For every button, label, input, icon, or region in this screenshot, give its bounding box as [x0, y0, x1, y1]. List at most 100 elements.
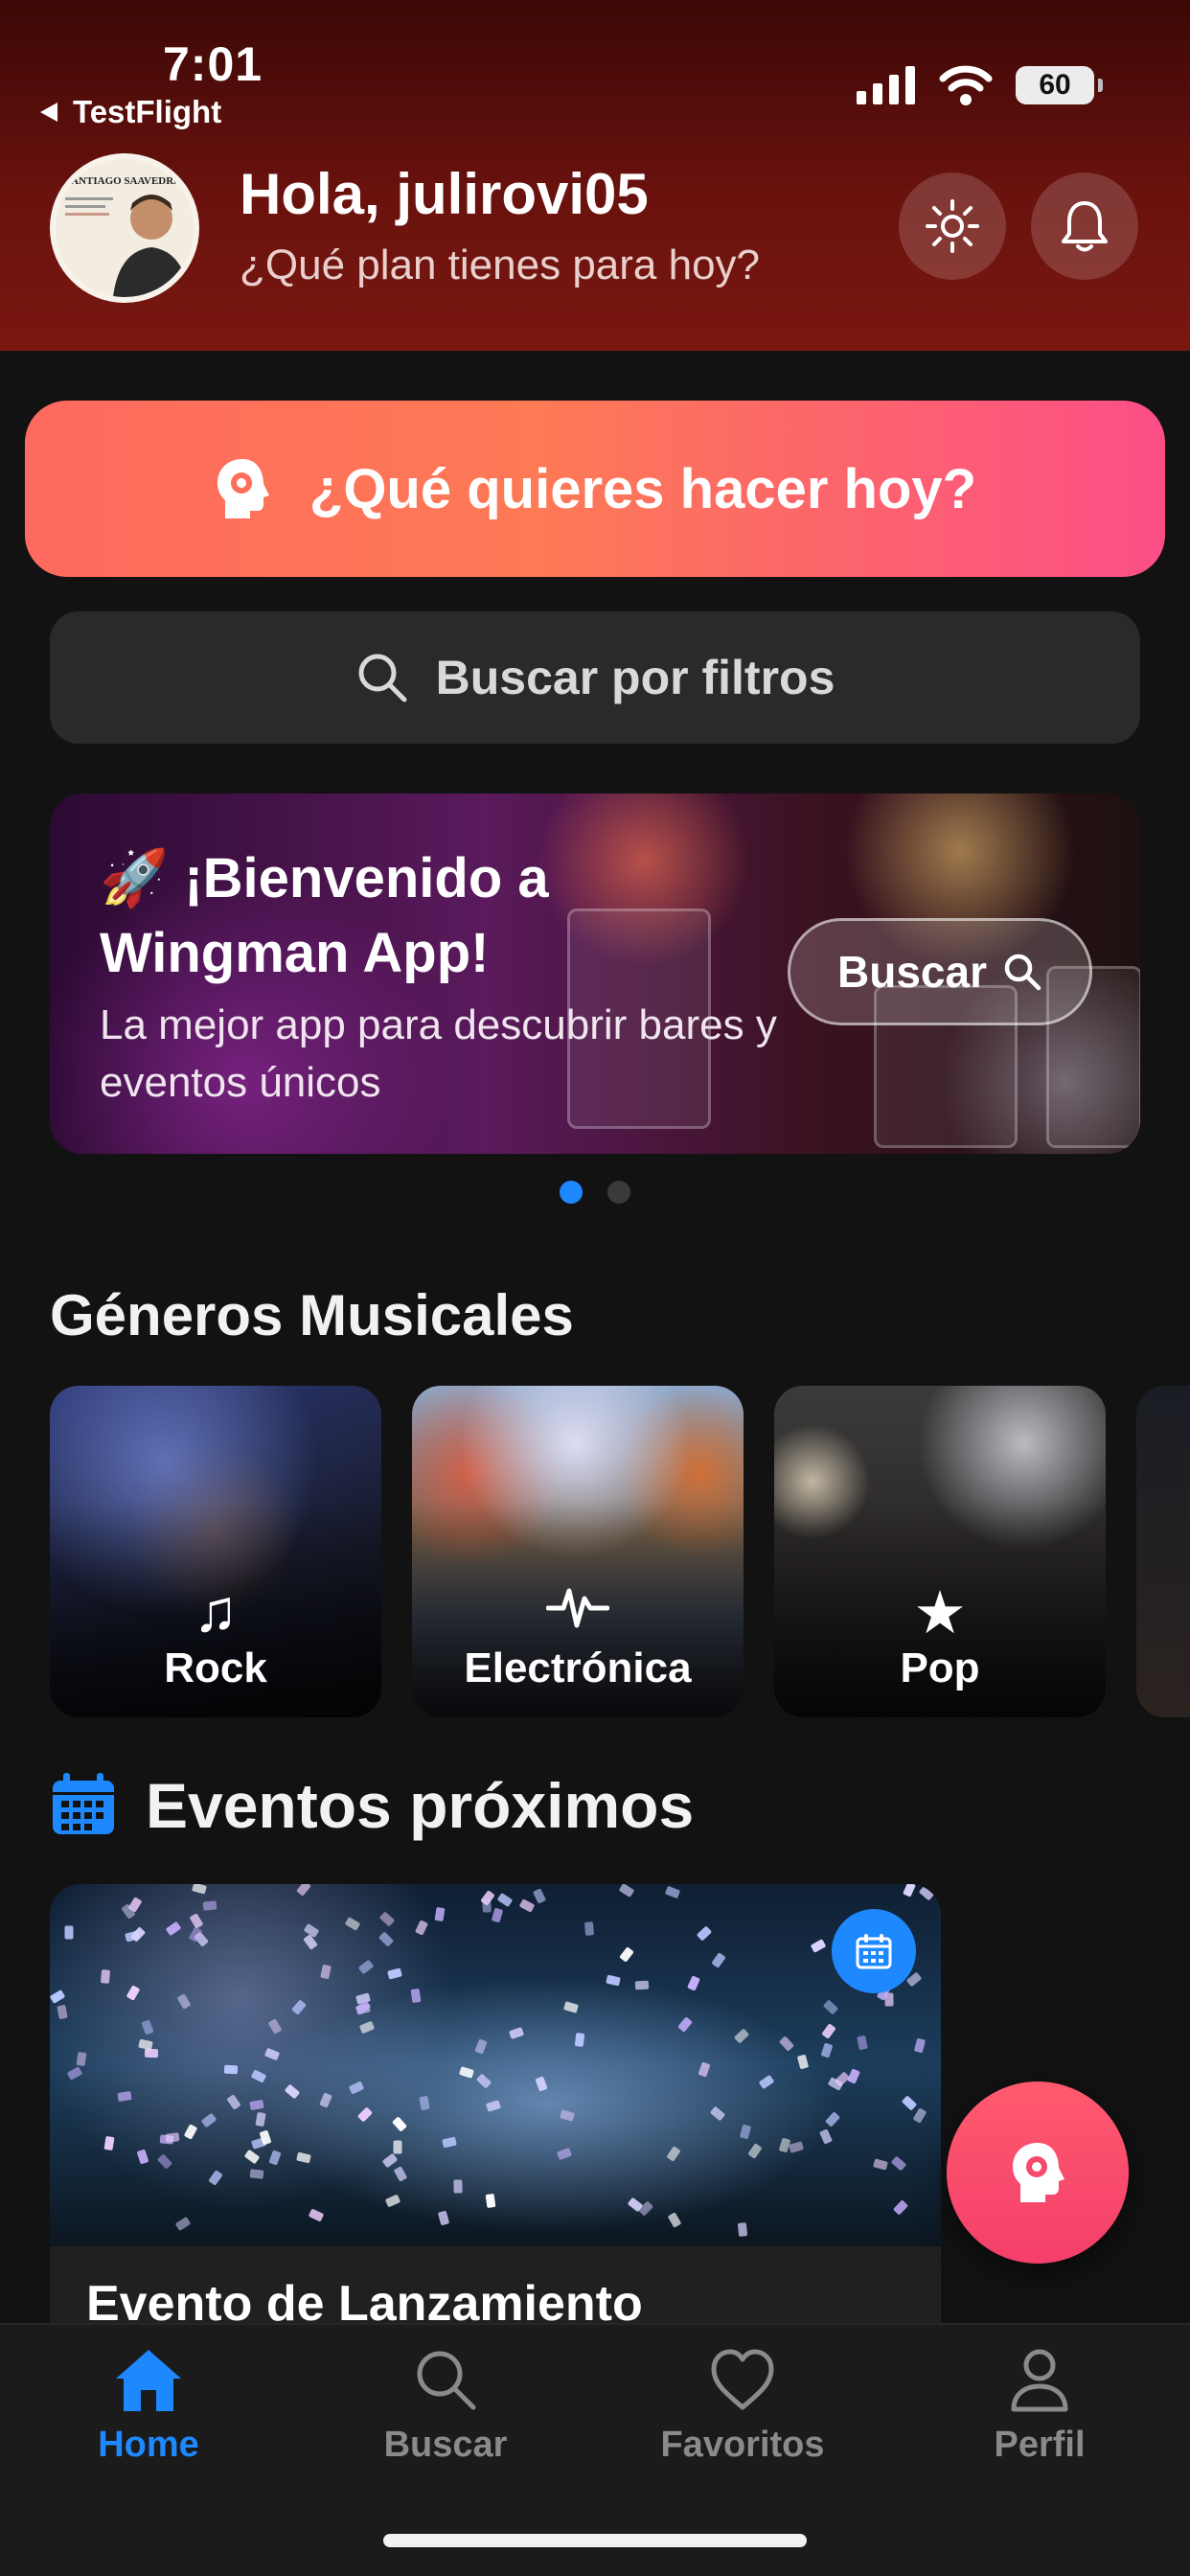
confetti-piece [249, 2099, 264, 2111]
confetti-piece [664, 1885, 681, 1899]
theme-toggle-button[interactable] [899, 172, 1006, 280]
home-icon [116, 2350, 181, 2411]
confetti-piece [709, 2105, 726, 2122]
confetti-piece [857, 2035, 868, 2051]
what-to-do-today-button[interactable]: ¿Qué quieres hacer hoy? [25, 401, 1165, 577]
confetti-piece [508, 2026, 525, 2040]
confetti-piece [296, 2151, 311, 2164]
confetti-piece [518, 1898, 536, 1913]
confetti-piece [303, 1934, 318, 1950]
confetti-piece [378, 1931, 395, 1947]
carousel-dot[interactable] [607, 1181, 630, 1204]
banner-title: 🚀 ¡Bienvenido a Wingman App! [100, 841, 675, 991]
search-icon [358, 654, 407, 702]
genres-carousel[interactable]: ♫ Rock Electrónica ★ Pop [50, 1386, 1190, 1717]
event-image [50, 1884, 941, 2246]
calendar-icon [856, 1934, 892, 1969]
brain-gear-icon [1013, 2143, 1064, 2202]
confetti-piece [320, 1964, 332, 1980]
confetti-piece [496, 1892, 514, 1908]
confetti-piece [739, 2124, 752, 2140]
search-icon [1004, 954, 1041, 991]
confetti-piece [778, 2137, 791, 2153]
search-icon [417, 2351, 476, 2410]
banner-description: La mejor app para descubrir bares y even… [100, 1001, 777, 1106]
assistant-fab-button[interactable] [947, 2082, 1129, 2264]
confetti-piece [226, 2094, 241, 2110]
confetti-piece [165, 1920, 182, 1937]
confetti-piece [50, 1990, 66, 2004]
confetti-piece [57, 2004, 68, 2020]
event-calendar-badge[interactable] [832, 1909, 916, 1993]
confetti-piece [378, 1911, 396, 1927]
confetti-piece [384, 2194, 401, 2208]
rocket-icon: 🚀 [100, 847, 170, 909]
avatar-caption: SANTIAGO SAAVEDRA [65, 175, 181, 187]
confetti-piece [419, 2095, 430, 2111]
confetti-piece [141, 2019, 154, 2036]
confetti-piece [64, 1925, 74, 1940]
confetti-piece [434, 1906, 446, 1922]
confetti-piece [348, 2081, 365, 2095]
banner-search-button[interactable]: Buscar [788, 918, 1092, 1025]
carousel-dot-active[interactable] [560, 1181, 583, 1204]
confetti-piece [442, 2136, 457, 2149]
confetti-piece [822, 1999, 839, 2015]
confetti-piece [485, 2193, 496, 2209]
status-indicators: 60 [857, 65, 1103, 105]
bell-icon [1062, 201, 1108, 252]
tab-buscar[interactable]: Buscar [331, 2346, 561, 2499]
confetti-piece [103, 2135, 115, 2151]
confetti-piece [223, 2064, 239, 2075]
confetti-piece [319, 2092, 332, 2108]
cta-label: ¿Qué quieres hacer hoy? [309, 457, 977, 520]
confetti-piece [873, 2158, 888, 2171]
back-to-testflight[interactable]: TestFlight [38, 94, 221, 130]
confetti-piece [666, 2146, 681, 2162]
greeting-title: Hola, julirovi05 [240, 162, 649, 226]
confetti-piece [358, 2020, 376, 2035]
confetti-piece [393, 2140, 402, 2154]
confetti-piece [918, 1885, 935, 1901]
confetti-piece [687, 1975, 700, 1991]
confetti-piece [410, 1988, 422, 2004]
confetti-piece [176, 1993, 192, 2010]
tab-favoritos[interactable]: Favoritos [628, 2346, 858, 2499]
avatar[interactable]: SANTIAGO SAAVEDRA [50, 153, 199, 303]
tab-label: Buscar [383, 2425, 508, 2465]
genre-card-electronica[interactable]: Electrónica [412, 1386, 744, 1717]
confetti-piece [393, 2166, 408, 2182]
welcome-banner[interactable]: 🚀 ¡Bienvenido a Wingman App! La mejor ap… [50, 794, 1140, 1154]
confetti-piece [903, 1884, 916, 1898]
genre-card-rock[interactable]: ♫ Rock [50, 1386, 381, 1717]
calendar-icon [50, 1771, 117, 1843]
event-title: Evento de Lanzamiento [86, 2276, 643, 2325]
confetti-piece [174, 2216, 192, 2232]
confetti-piece [563, 2001, 579, 2013]
pulse-icon [412, 1577, 744, 1645]
event-card[interactable]: Evento de Lanzamiento [50, 1884, 941, 2325]
confetti-piece [824, 2111, 841, 2128]
confetti-piece [532, 1888, 547, 1904]
confetti-piece [584, 1921, 595, 1936]
genre-label: Electrónica [464, 1644, 692, 1691]
notifications-button[interactable] [1031, 172, 1138, 280]
confetti-piece [890, 2155, 907, 2172]
filter-search-button[interactable]: Buscar por filtros [50, 611, 1140, 744]
confetti-piece [156, 2153, 173, 2170]
confetti-piece [126, 1985, 141, 2001]
genres-section-title: Géneros Musicales [50, 1283, 574, 1347]
genre-card-pop[interactable]: ★ Pop [774, 1386, 1106, 1717]
tab-home[interactable]: Home [34, 2346, 263, 2499]
confetti-piece [821, 2023, 836, 2039]
confetti-piece [796, 2054, 810, 2070]
pulse-glyph [545, 1588, 610, 1628]
tab-perfil[interactable]: Perfil [925, 2346, 1155, 2499]
confetti-piece [733, 2028, 750, 2044]
sun-icon [926, 199, 979, 253]
confetti-piece [66, 2066, 83, 2081]
confetti-piece [810, 1939, 827, 1953]
confetti-piece [200, 2112, 217, 2128]
genre-card-more[interactable] [1136, 1386, 1190, 1717]
tab-label: Home [98, 2425, 199, 2465]
